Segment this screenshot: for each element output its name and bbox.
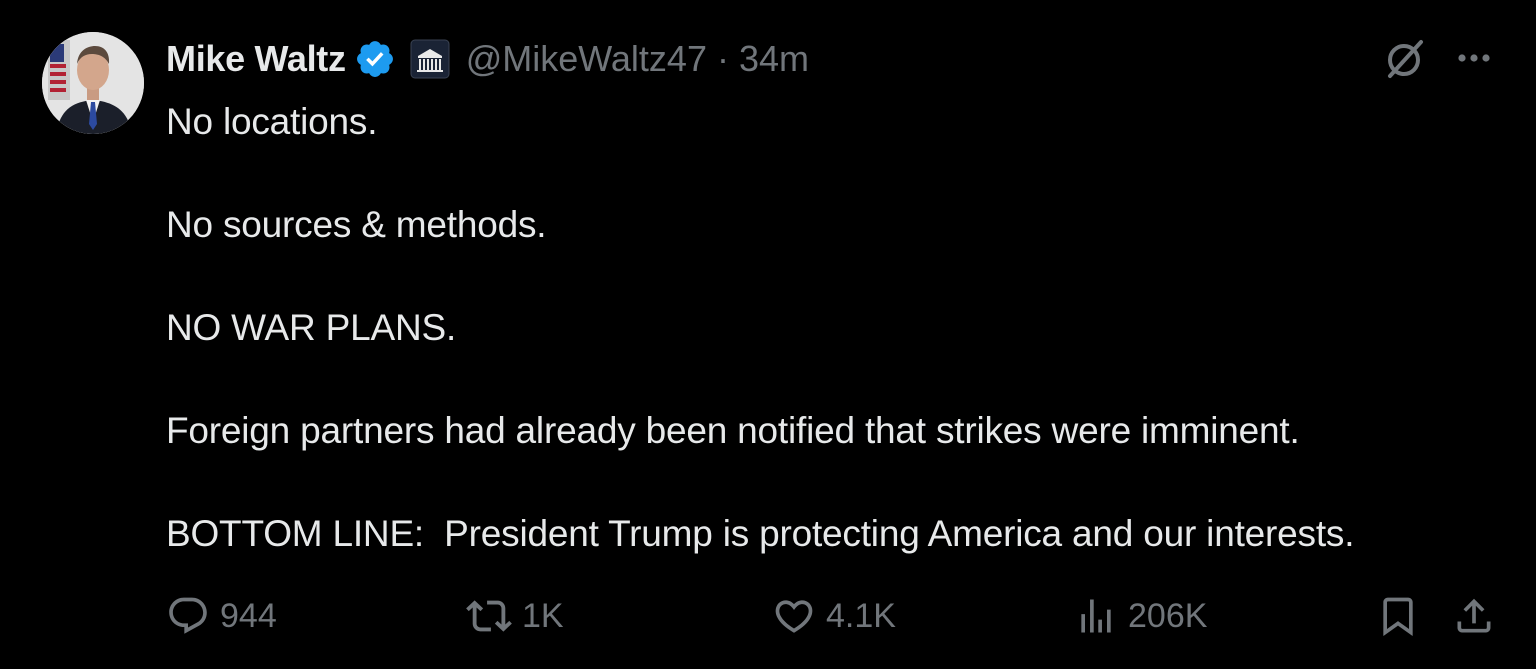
view-count: 206K — [1128, 596, 1208, 635]
bookmark-icon — [1383, 597, 1413, 637]
post-timestamp[interactable]: 34m — [739, 38, 809, 80]
share-button[interactable] — [1452, 586, 1496, 646]
post-line: Foreign partners had already been notifi… — [166, 410, 1300, 451]
views-icon — [1081, 599, 1111, 633]
like-count: 4.1K — [826, 596, 896, 635]
heart-icon — [775, 600, 813, 633]
share-icon — [1457, 598, 1491, 633]
repost-icon — [466, 600, 512, 632]
repost-button[interactable]: 1K — [466, 586, 564, 646]
reply-icon — [169, 597, 207, 634]
avatar[interactable] — [42, 32, 144, 134]
author-handle[interactable]: @MikeWaltz47 — [466, 38, 707, 80]
more-icon[interactable] — [1452, 38, 1496, 78]
white-house-badge-icon[interactable] — [410, 39, 450, 79]
repost-count: 1K — [522, 596, 564, 635]
reply-count: 944 — [220, 596, 277, 635]
post-line: No locations. — [166, 101, 378, 142]
post-line: No sources & methods. — [166, 204, 547, 245]
post-header: Mike Waltz @MikeWaltz47 · 34m — [166, 34, 809, 84]
verified-badge-icon[interactable] — [354, 38, 396, 80]
post-line: BOTTOM LINE: President Trump is protecti… — [166, 513, 1355, 554]
post-body: No locations. No sources & methods. NO W… — [166, 96, 1496, 560]
like-button[interactable]: 4.1K — [772, 586, 896, 646]
separator-dot: · — [716, 38, 729, 79]
bookmark-button[interactable] — [1376, 586, 1420, 646]
author-name[interactable]: Mike Waltz — [166, 38, 346, 80]
action-bar: 944 1K 4.1K 206K — [166, 586, 1496, 646]
tweet-card[interactable]: Mike Waltz @MikeWaltz47 · 34m No locatio… — [0, 0, 1536, 669]
views-button[interactable]: 206K — [1074, 586, 1207, 646]
grok-icon[interactable] — [1381, 36, 1427, 82]
reply-button[interactable]: 944 — [166, 586, 277, 646]
post-line: NO WAR PLANS. — [166, 307, 457, 348]
